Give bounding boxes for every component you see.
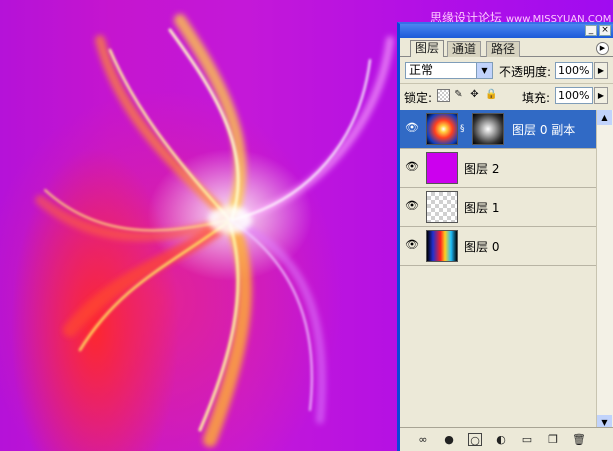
layer-row[interactable]: 👁 § 图层 0 副本	[400, 110, 597, 149]
panel-titlebar[interactable]: _ ×	[400, 24, 613, 38]
fill-label: 填充:	[522, 91, 551, 105]
fill-field[interactable]: 100%	[555, 87, 593, 104]
layers-panel: _ × 图层 通道 路径 ▶ 正常 ▼ 不透明度: 100% ▶ 锁定: ✎ ✥…	[397, 22, 613, 451]
blend-mode-select[interactable]: 正常 ▼	[405, 62, 493, 79]
tab-paths[interactable]: 路径	[486, 41, 521, 57]
lock-all-icon[interactable]: 🔒	[485, 89, 497, 100]
lock-position-icon[interactable]: ✥	[469, 89, 480, 100]
opacity-arrow-icon[interactable]: ▶	[594, 62, 608, 79]
layers-scrollbar[interactable]: ▲ ▼	[596, 110, 613, 430]
layer-row[interactable]: 👁 图层 1	[400, 188, 597, 227]
chevron-down-icon[interactable]: ▼	[476, 63, 492, 78]
opacity-label: 不透明度:	[499, 65, 552, 79]
fill-arrow-icon[interactable]: ▶	[594, 87, 608, 104]
scroll-up-icon[interactable]: ▲	[597, 110, 612, 125]
layer-name: 图层 0	[464, 240, 500, 254]
eye-icon[interactable]: 👁	[404, 199, 420, 213]
blend-opacity-row: 正常 ▼ 不透明度: 100% ▶	[400, 57, 613, 83]
trash-icon[interactable]: 🗑	[572, 433, 586, 446]
eye-icon[interactable]: 👁	[404, 160, 420, 174]
lock-label: 锁定:	[404, 91, 433, 105]
eye-icon[interactable]: 👁	[404, 238, 420, 252]
blend-mode-value: 正常	[409, 63, 434, 77]
close-button[interactable]: ×	[599, 25, 611, 36]
layer-name: 图层 0 副本	[512, 123, 576, 137]
opacity-field[interactable]: 100%	[555, 62, 593, 79]
layer-name: 图层 1	[464, 201, 500, 215]
new-group-icon[interactable]: ▭	[520, 433, 534, 446]
layer-thumbnail[interactable]	[426, 113, 458, 145]
tab-layers[interactable]: 图层	[410, 40, 445, 57]
new-layer-icon[interactable]: ❐	[546, 433, 560, 446]
layer-thumbnail[interactable]	[426, 152, 458, 184]
layer-row[interactable]: 👁 图层 2	[400, 149, 597, 188]
panel-menu-icon[interactable]: ▶	[596, 42, 609, 55]
lock-pixels-icon[interactable]: ✎	[453, 89, 464, 100]
layers-bottom-toolbar: ∞ ● ○ ◐ ▭ ❐ 🗑	[400, 427, 613, 451]
link-icon[interactable]: ∞	[416, 433, 430, 446]
layer-thumbnail[interactable]	[426, 230, 458, 262]
lock-fill-row: 锁定: ✎ ✥ 🔒 填充: 100% ▶	[400, 83, 613, 108]
adjustment-layer-icon[interactable]: ◐	[494, 433, 508, 446]
panel-tabs: 图层 通道 路径 ▶	[400, 38, 613, 57]
eye-icon[interactable]: 👁	[404, 121, 420, 135]
layer-thumbnail[interactable]	[426, 191, 458, 223]
lock-transparency-icon[interactable]	[437, 89, 450, 102]
layer-row[interactable]: 👁 图层 0	[400, 227, 597, 266]
chain-link-icon[interactable]: §	[460, 123, 468, 135]
layers-list: 👁 § 图层 0 副本 👁 图层 2 👁 图层 1 👁 图层 0	[400, 110, 597, 430]
add-mask-icon[interactable]: ○	[468, 433, 482, 447]
layer-mask-thumbnail[interactable]	[472, 113, 504, 145]
layer-name: 图层 2	[464, 162, 500, 176]
minimize-button[interactable]: _	[585, 25, 597, 36]
layer-style-icon[interactable]: ●	[442, 433, 456, 446]
tab-channels[interactable]: 通道	[447, 41, 482, 57]
